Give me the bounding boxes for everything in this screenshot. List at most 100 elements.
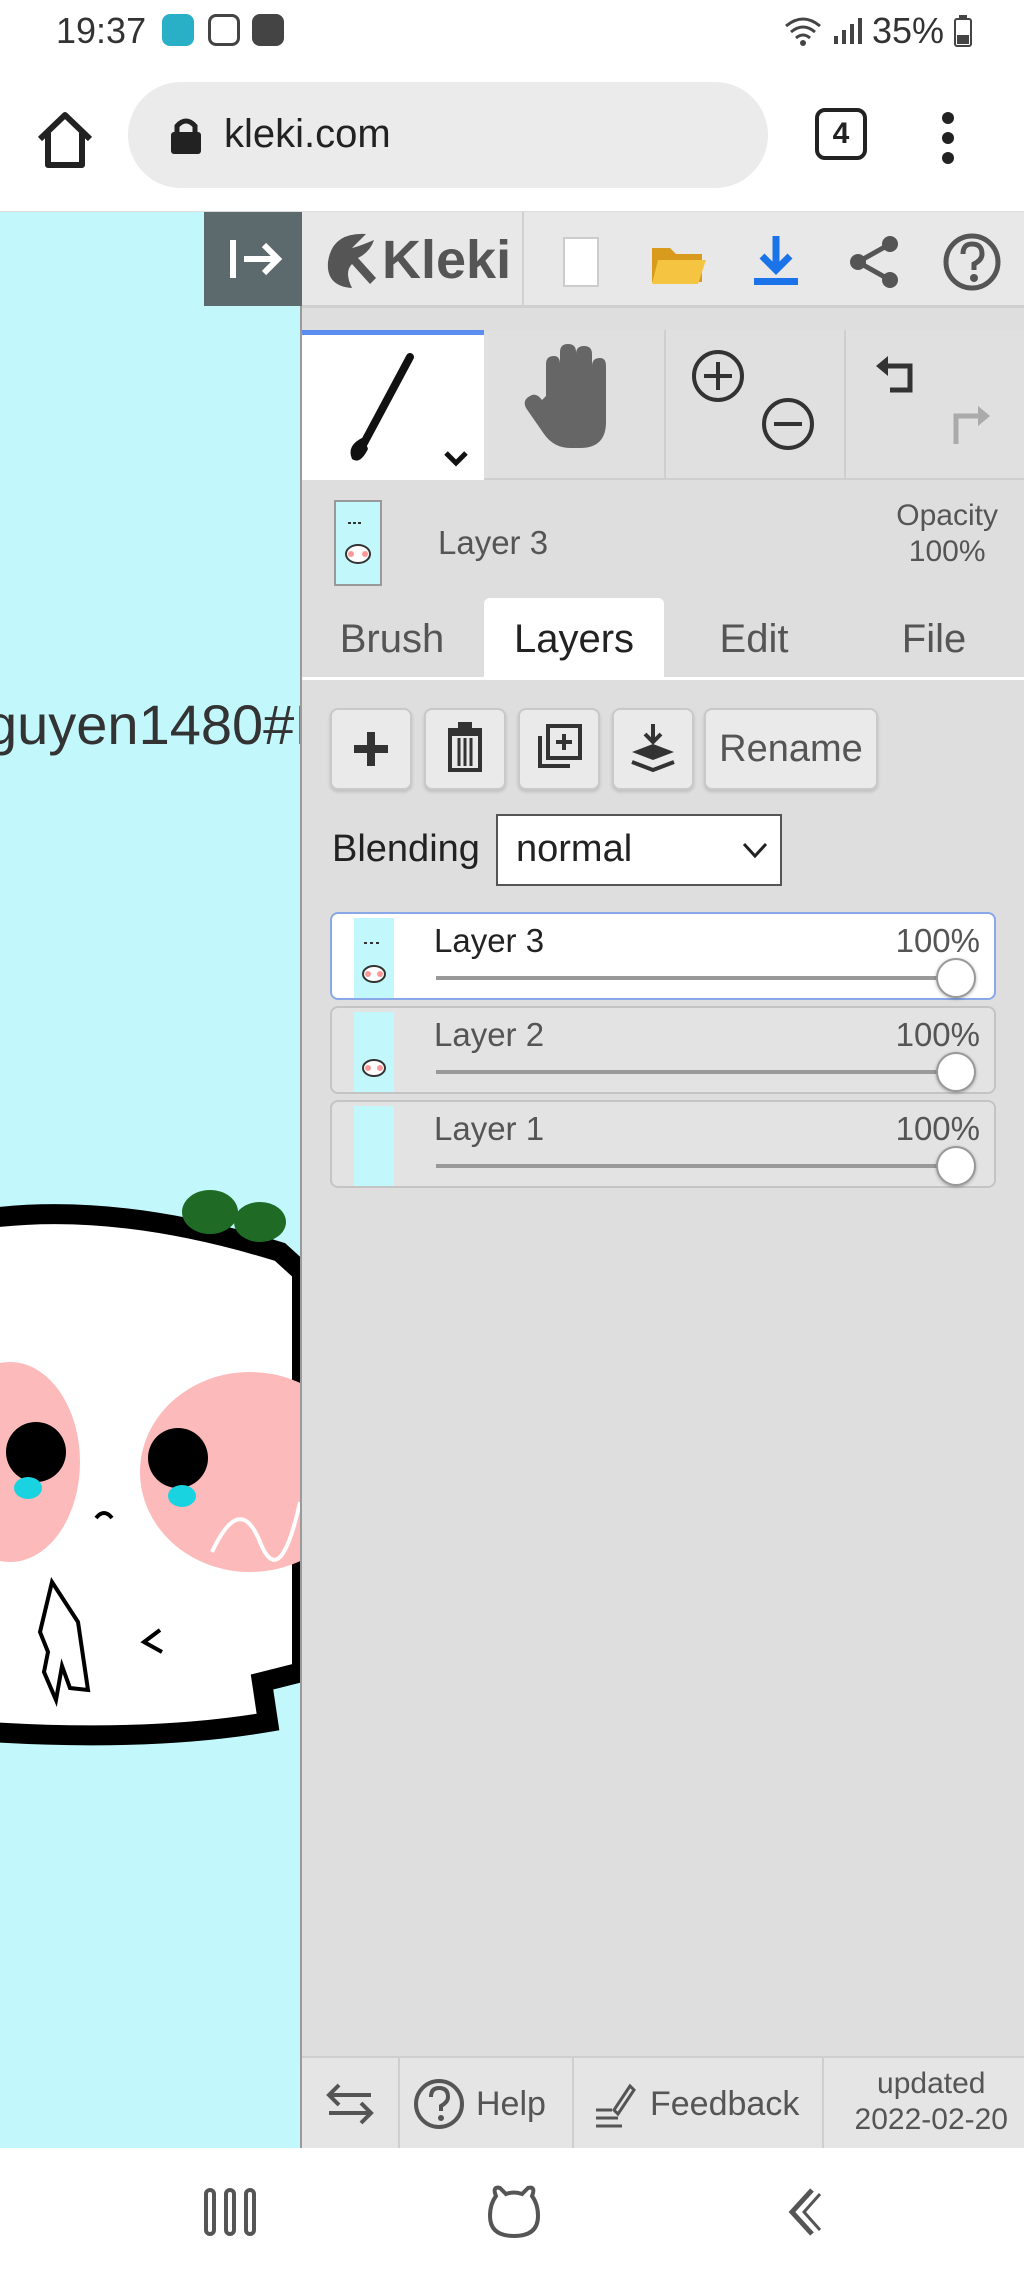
layer-1-opacity: 100% <box>895 1110 980 1147</box>
updated-label: updated <box>877 2067 986 2100</box>
current-layer-name: Layer 3 <box>438 524 549 561</box>
android-nav-bar <box>0 2148 1024 2276</box>
current-layer-opacity: Opacity 100% <box>896 498 998 570</box>
swap-side-button[interactable] <box>302 2058 400 2150</box>
kleki-side-panel: Kleki Layer 3 Opacity 100% Brush Layers … <box>302 212 1024 2150</box>
layer-1-name: Layer 1 <box>434 1110 545 1147</box>
tab-brush[interactable]: Brush <box>302 598 482 680</box>
zoom-out-icon[interactable] <box>760 396 816 452</box>
canvas-drawing <box>0 1190 300 1746</box>
layer-2-slider-knob[interactable] <box>936 1052 976 1092</box>
layer-1-opacity-slider[interactable] <box>436 1164 956 1168</box>
blending-control: Blending normal <box>332 814 832 886</box>
home-icon[interactable] <box>30 105 100 175</box>
instagram-icon <box>208 14 240 46</box>
duplicate-icon <box>538 724 582 768</box>
battery-percent: 35% <box>871 10 944 51</box>
layer-3-opacity: 100% <box>895 922 980 959</box>
messenger-icon <box>162 14 194 46</box>
url-text: kleki.com <box>224 112 391 156</box>
signal-icon <box>833 18 862 44</box>
layer-row-2[interactable]: Layer 2 100% <box>330 1006 996 1094</box>
more-menu-icon[interactable] <box>930 108 966 168</box>
blending-value: normal <box>516 828 633 870</box>
home-nav-icon[interactable] <box>484 2182 544 2242</box>
layer-2-preview <box>362 1059 386 1077</box>
recent-apps-icon[interactable] <box>200 2182 260 2242</box>
drawing-canvas[interactable]: guyen1480#I <box>0 212 302 2148</box>
opacity-value: 100% <box>908 535 986 568</box>
browser-bar: kleki.com 4 <box>0 60 1024 212</box>
wifi-icon <box>784 17 821 46</box>
rename-layer-button[interactable]: Rename <box>704 708 878 790</box>
plus-icon <box>354 732 388 766</box>
open-folder-icon[interactable] <box>648 232 708 292</box>
kleki-logo-text: Kleki <box>382 230 512 290</box>
merge-down-icon <box>631 724 675 773</box>
redo-icon[interactable] <box>936 400 996 460</box>
swap-arrows-icon <box>326 2083 374 2125</box>
layer-3-name: Layer 3 <box>434 922 545 959</box>
help-icon[interactable] <box>942 232 1002 292</box>
hand-icon <box>524 344 606 448</box>
add-layer-button[interactable] <box>330 708 412 790</box>
panel-tabs: Brush Layers Edit File <box>302 584 1024 680</box>
help-button[interactable]: Help <box>400 2058 574 2150</box>
status-time: 19:37 <box>56 10 147 51</box>
merge-down-button[interactable] <box>612 708 694 790</box>
layer-3-slider-knob[interactable] <box>936 958 976 998</box>
help-label: Help <box>476 2084 546 2123</box>
opacity-label: Opacity <box>896 499 998 532</box>
layer-2-opacity-slider[interactable] <box>436 1070 956 1074</box>
kleki-logo-icon <box>327 233 376 288</box>
back-icon[interactable] <box>774 2182 834 2242</box>
layer-3-preview <box>362 942 386 983</box>
share-icon[interactable] <box>844 232 904 292</box>
current-layer-info: Layer 3 Opacity 100% <box>302 480 1024 586</box>
download-icon[interactable] <box>746 232 806 292</box>
delete-layer-button[interactable] <box>424 708 506 790</box>
tab-layers[interactable]: Layers <box>484 598 664 680</box>
collapse-panel-button[interactable] <box>204 212 302 306</box>
trash-icon <box>448 722 482 772</box>
layer-2-name: Layer 2 <box>434 1016 545 1053</box>
baomoi-icon <box>252 14 284 46</box>
brush-icon <box>350 353 468 467</box>
tool-row <box>302 330 1024 480</box>
layer-2-thumbnail <box>354 1012 394 1092</box>
zoom-in-icon[interactable] <box>690 348 746 404</box>
layer-3-opacity-slider[interactable] <box>436 976 956 980</box>
layer-2-opacity: 100% <box>895 1016 980 1053</box>
zoom-buttons <box>666 330 846 480</box>
undo-icon[interactable] <box>870 350 930 410</box>
panel-footer: Help Feedback updated 2022-02-20 <box>302 2056 1024 2150</box>
layer-3-thumbnail <box>354 918 394 998</box>
help-circle-icon <box>414 2079 464 2129</box>
lock-icon <box>171 118 201 154</box>
duplicate-layer-button[interactable] <box>518 708 600 790</box>
hand-tool-button[interactable] <box>484 330 666 480</box>
undo-redo-buttons <box>846 330 1024 480</box>
tab-file[interactable]: File <box>844 598 1024 680</box>
blending-select[interactable]: normal <box>496 814 782 886</box>
brush-tool-button[interactable] <box>302 330 484 480</box>
panel-header: Kleki <box>302 212 1024 308</box>
header-separator <box>522 212 524 308</box>
feedback-label: Feedback <box>650 2084 800 2123</box>
layer-row-1[interactable]: Layer 1 100% <box>330 1100 996 1188</box>
feedback-pen-icon <box>596 2083 636 2128</box>
tab-switcher-button[interactable]: 4 <box>815 108 867 160</box>
layer-row-3[interactable]: Layer 3 100% <box>330 912 996 1000</box>
url-bar[interactable]: kleki.com <box>128 82 768 188</box>
kleki-logo: Kleki <box>322 224 511 296</box>
layer-1-slider-knob[interactable] <box>936 1146 976 1186</box>
new-image-icon[interactable] <box>550 232 610 292</box>
tab-edit[interactable]: Edit <box>664 598 844 680</box>
updated-info: updated 2022-02-20 <box>855 2066 1008 2138</box>
status-right: 35% <box>784 10 972 52</box>
layer-1-thumbnail <box>354 1106 394 1186</box>
collapse-arrow-icon <box>230 240 283 278</box>
feedback-button[interactable]: Feedback <box>574 2058 824 2150</box>
updated-date: 2022-02-20 <box>854 2103 1008 2136</box>
current-layer-thumbnail <box>334 500 382 586</box>
